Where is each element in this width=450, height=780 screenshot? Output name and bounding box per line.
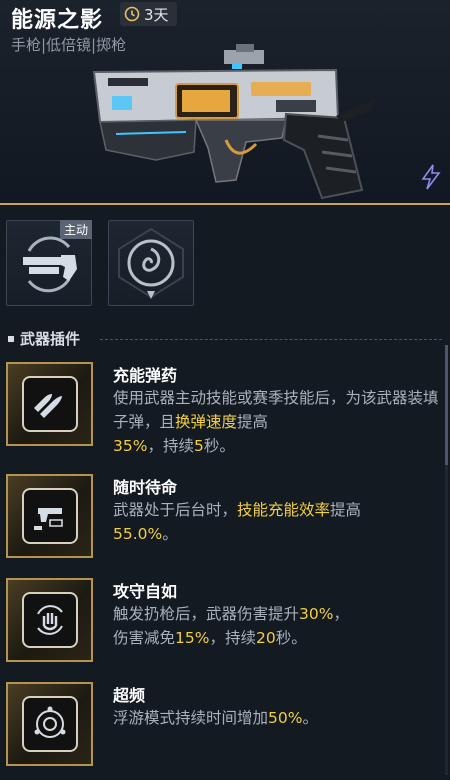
attachment-description: 浮游模式持续时间增加50%。 (113, 709, 318, 727)
active-tag: 主动 (59, 220, 92, 239)
attachment-description: 触发扔枪后，武器伤害提升30%， 伤害减免15%，持续20秒。 (113, 605, 349, 647)
clock-icon (124, 6, 140, 22)
duration-text: 3天 (144, 5, 169, 24)
duration-badge: 3天 (120, 2, 177, 26)
section-title-text: 武器插件 (20, 330, 81, 348)
attachment-name: 超频 (113, 686, 146, 705)
active-skill-slot[interactable]: 主动 (6, 220, 92, 306)
attachment-icon-frame (6, 682, 93, 766)
weapon-header: 能源之影 3天 手枪|低倍镜|掷枪 (0, 0, 450, 205)
attachment-description: 使用武器主动技能或赛季技能后，为该武器装填子弹，且换弹速度提高 35%，持续5秒。 (113, 389, 439, 455)
attachment-name: 充能弹药 (113, 366, 178, 385)
gun-standby-icon (34, 508, 63, 530)
shield-emblem-icon (118, 227, 184, 299)
lightning-icon (421, 164, 441, 190)
attachment-name: 随时待命 (113, 478, 178, 497)
pistol-image (92, 44, 376, 200)
scrollbar-thumb[interactable] (445, 345, 448, 465)
hand-cycle-icon (37, 605, 63, 635)
attachment-name: 攻守自如 (113, 582, 178, 601)
attachment-icon-frame (6, 474, 93, 558)
attachment-icon-frame (6, 362, 93, 446)
attachment-icon-frame (6, 578, 93, 662)
weapon-title: 能源之影 (11, 8, 104, 33)
passive-skill-slot[interactable] (108, 220, 194, 306)
square-bullet-icon (8, 335, 14, 342)
overclock-icon (34, 706, 66, 738)
section-divider (100, 339, 442, 340)
section-title: 武器插件 (8, 328, 80, 349)
bullets-icon (34, 394, 62, 418)
attachment-description: 武器处于后台时，技能充能效率提高 55.0%。 (113, 501, 362, 543)
